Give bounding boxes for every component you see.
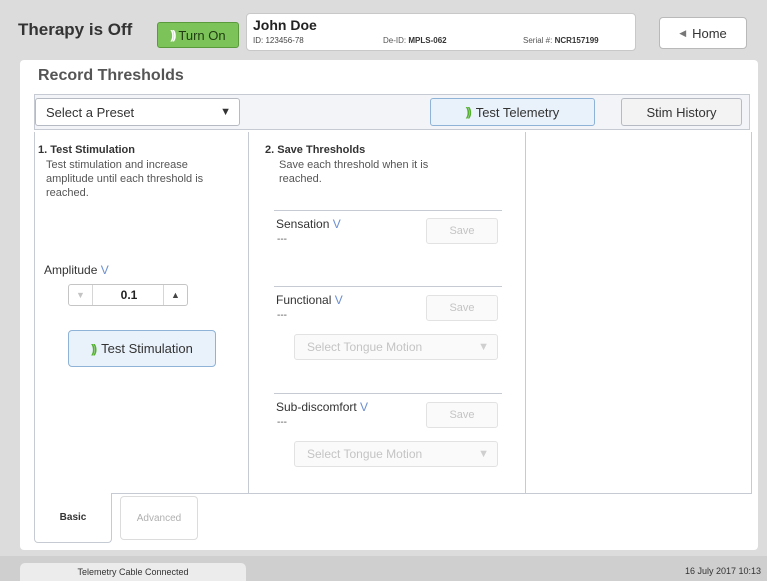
tongue-motion-placeholder: Select Tongue Motion: [307, 447, 423, 461]
triangle-up-icon: ▲: [171, 290, 180, 300]
stim-history-button[interactable]: Stim History: [621, 98, 742, 126]
patient-serial-label: Serial #:: [523, 36, 553, 45]
step1-title: 1. Test Stimulation: [38, 144, 135, 156]
triangle-down-icon: ▼: [76, 290, 85, 300]
amplitude-value: 0.1: [120, 288, 138, 302]
sub-discomfort-value: ---: [277, 417, 287, 428]
sensation-unit: V: [332, 217, 341, 231]
column-divider: [525, 132, 526, 494]
sub-discomfort-tongue-motion-select[interactable]: Select Tongue Motion ▼: [294, 441, 498, 467]
tongue-motion-placeholder: Select Tongue Motion: [307, 340, 423, 354]
triangle-down-icon: ▼: [478, 341, 489, 353]
step1-description: Test stimulation and increase amplitude …: [46, 159, 204, 199]
therapy-status: Therapy is Off: [18, 20, 133, 39]
test-telemetry-label: Test Telemetry: [475, 104, 560, 120]
patient-id: ID: 123456-78: [253, 36, 304, 45]
triangle-left-icon: ◀: [679, 27, 687, 38]
amplitude-label: Amplitude V: [44, 263, 109, 277]
turn-on-label: Turn On: [178, 27, 226, 43]
threshold-separator: [274, 210, 502, 211]
stim-history-label: Stim History: [646, 104, 717, 120]
amplitude-unit: V: [100, 263, 109, 277]
step2-title: 2. Save Thresholds: [265, 144, 366, 156]
preset-select-label: Select a Preset: [46, 104, 135, 120]
patient-deid-value: MPLS-062: [408, 36, 447, 45]
home-label: Home: [692, 25, 727, 41]
patient-name: John Doe: [253, 17, 317, 33]
functional-save-button[interactable]: Save: [426, 295, 498, 321]
functional-unit: V: [334, 293, 343, 307]
wireless-wave-icon: )): [170, 28, 176, 42]
threshold-separator: [274, 286, 502, 287]
test-telemetry-button[interactable]: )) Test Telemetry: [430, 98, 595, 126]
preset-select[interactable]: Select a Preset ▼: [35, 98, 240, 126]
wireless-wave-icon: )): [91, 341, 97, 356]
functional-tongue-motion-select[interactable]: Select Tongue Motion ▼: [294, 334, 498, 360]
triangle-down-icon: ▼: [478, 448, 489, 460]
test-stimulation-button[interactable]: )) Test Stimulation: [68, 330, 216, 367]
telemetry-connection-status: Telemetry Cable Connected: [20, 563, 246, 581]
wireless-wave-icon: )): [465, 105, 472, 119]
tab-advanced[interactable]: Advanced: [120, 496, 198, 540]
amplitude-decrease-button[interactable]: ▼: [69, 285, 93, 305]
patient-serial: Serial #: NCR157199: [523, 36, 599, 45]
step2-description: Save each threshold when it is reached.: [279, 159, 429, 185]
patient-card: John Doe ID: 123456-78 De-ID: MPLS-062 S…: [246, 13, 636, 51]
sensation-label-text: Sensation: [276, 217, 330, 231]
sensation-save-button[interactable]: Save: [426, 218, 498, 244]
amplitude-stepper: ▼ 0.1 ▲: [68, 284, 188, 306]
patient-deid-label: De-ID:: [383, 36, 407, 45]
functional-label-text: Functional: [276, 293, 332, 307]
sub-discomfort-label-text: Sub-discomfort: [276, 400, 357, 414]
record-thresholds-panel: Record Thresholds Select a Preset ▼ )) T…: [20, 60, 758, 550]
sub-discomfort-label: Sub-discomfort V: [276, 400, 368, 414]
amplitude-label-text: Amplitude: [44, 263, 98, 277]
sub-discomfort-unit: V: [360, 400, 369, 414]
tab-basic[interactable]: Basic: [34, 493, 112, 543]
patient-serial-value: NCR157199: [554, 36, 599, 45]
sensation-value: ---: [277, 234, 287, 245]
turn-on-button[interactable]: )) Turn On: [157, 22, 239, 48]
status-datetime: 16 July 2017 10:13: [684, 566, 761, 576]
functional-label: Functional V: [276, 293, 343, 307]
triangle-down-icon: ▼: [220, 106, 231, 118]
sub-discomfort-save-button[interactable]: Save: [426, 402, 498, 428]
home-button[interactable]: ◀ Home: [659, 17, 747, 49]
test-stimulation-label: Test Stimulation: [101, 341, 193, 356]
functional-value: ---: [277, 310, 287, 321]
patient-id-label: ID:: [253, 36, 264, 45]
threshold-separator: [274, 393, 502, 394]
sensation-label: Sensation V: [276, 217, 341, 231]
column-divider: [248, 132, 249, 494]
page-title: Record Thresholds: [38, 67, 184, 84]
patient-deid: De-ID: MPLS-062: [383, 36, 447, 45]
amplitude-increase-button[interactable]: ▲: [163, 285, 187, 305]
patient-id-value: 123456-78: [265, 36, 304, 45]
